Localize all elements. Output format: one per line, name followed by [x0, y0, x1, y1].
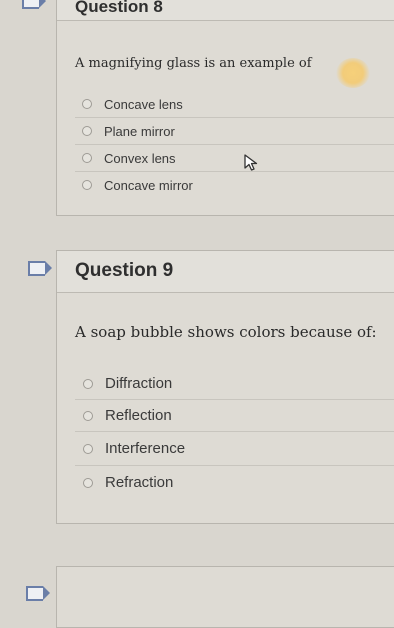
question-8-option-3[interactable]: Convex lens [75, 145, 394, 172]
question-9-option-3[interactable]: Interference [75, 432, 394, 466]
question-9-body: A soap bubble shows colors because of: D… [57, 323, 394, 499]
radio-icon[interactable] [83, 477, 93, 488]
option-label: Diffraction [105, 375, 173, 392]
question-8-option-1[interactable]: Concave lens [75, 91, 394, 118]
mouse-pointer-icon [244, 154, 258, 171]
radio-icon[interactable] [83, 443, 93, 454]
question-9-header: Question 9 [57, 251, 394, 293]
question-8-option-2[interactable]: Plane mirror [75, 118, 394, 145]
light-glare [336, 58, 370, 88]
question-8-title: Question 8 [75, 0, 163, 16]
question-9-option-4[interactable]: Refraction [75, 466, 394, 499]
flag-question-10-icon[interactable] [26, 586, 50, 601]
question-9-title: Question 9 [75, 260, 174, 281]
option-label: Refraction [105, 474, 174, 491]
flag-question-8-icon[interactable] [22, 0, 46, 9]
flag-question-9-icon[interactable] [28, 261, 52, 276]
option-label: Interference [105, 440, 186, 457]
question-9-text: A soap bubble shows colors because of: [75, 323, 377, 341]
question-8-option-4[interactable]: Concave mirror [75, 172, 394, 198]
radio-icon[interactable] [82, 126, 92, 136]
option-label: Concave mirror [104, 177, 193, 193]
question-9-option-2[interactable]: Reflection [75, 400, 394, 432]
radio-icon[interactable] [83, 378, 93, 389]
option-label: Convex lens [104, 150, 176, 166]
question-10-card [56, 566, 394, 628]
question-9-option-1[interactable]: Diffraction [75, 368, 394, 400]
option-label: Concave lens [104, 96, 183, 112]
question-9-card: Question 9 A soap bubble shows colors be… [56, 250, 394, 524]
radio-icon[interactable] [82, 99, 92, 109]
question-8-card: Question 8 A magnifying glass is an exam… [56, 0, 394, 216]
option-label: Plane mirror [104, 123, 175, 139]
option-label: Reflection [105, 407, 172, 424]
question-8-header: Question 8 [57, 0, 394, 21]
radio-icon[interactable] [82, 153, 92, 163]
radio-icon[interactable] [83, 410, 93, 421]
radio-icon[interactable] [82, 180, 92, 190]
